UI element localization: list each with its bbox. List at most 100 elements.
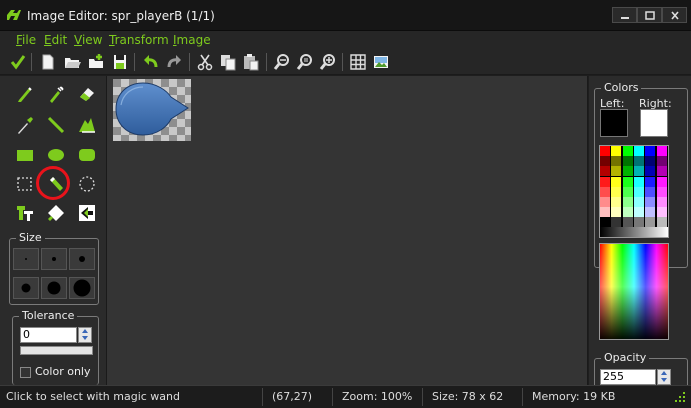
color-palette-grid[interactable] xyxy=(599,145,669,238)
zoom-in-icon[interactable] xyxy=(318,52,338,72)
curve-tool[interactable] xyxy=(76,114,98,136)
brush-size-6-button[interactable] xyxy=(69,277,95,299)
palette-swatch[interactable] xyxy=(622,166,633,177)
palette-swatch[interactable] xyxy=(645,197,656,207)
palette-swatch[interactable] xyxy=(645,176,656,187)
palette-swatch[interactable] xyxy=(622,197,633,207)
palette-swatch[interactable] xyxy=(600,176,610,187)
color-replace-tool[interactable] xyxy=(76,202,98,224)
left-color-swatch[interactable] xyxy=(600,109,628,137)
add-file-icon[interactable] xyxy=(86,52,106,72)
palette-swatch[interactable] xyxy=(600,197,610,207)
close-button[interactable] xyxy=(662,7,687,23)
palette-swatch[interactable] xyxy=(600,156,610,167)
resize-grip-icon[interactable] xyxy=(675,392,687,404)
ellipse-tool[interactable] xyxy=(45,144,67,166)
palette-swatch[interactable] xyxy=(656,176,667,187)
palette-swatch[interactable] xyxy=(611,207,622,218)
zoom-out-icon[interactable] xyxy=(272,52,292,72)
palette-swatch[interactable] xyxy=(611,197,622,207)
palette-swatch[interactable] xyxy=(611,166,622,177)
palette-swatch[interactable] xyxy=(633,146,644,156)
palette-swatch[interactable] xyxy=(656,166,667,177)
text-tool[interactable] xyxy=(14,202,36,224)
ellipse-select-tool[interactable] xyxy=(76,173,98,195)
spinner-down-icon[interactable] xyxy=(79,335,91,342)
grid-icon[interactable] xyxy=(348,52,368,72)
menu-edit[interactable]: Edit xyxy=(44,33,67,47)
tolerance-input[interactable]: 0 xyxy=(20,327,77,343)
brush-size-1-button[interactable] xyxy=(13,248,39,270)
palette-swatch[interactable] xyxy=(645,186,656,197)
grayscale-ramp[interactable] xyxy=(600,227,668,237)
palette-swatch[interactable] xyxy=(622,146,633,156)
palette-swatch[interactable] xyxy=(645,217,656,228)
palette-swatch[interactable] xyxy=(633,197,644,207)
opacity-input[interactable]: 255 xyxy=(600,369,656,385)
palette-swatch[interactable] xyxy=(600,166,610,177)
zoom-reset-icon[interactable] xyxy=(295,52,315,72)
spinner-up-icon[interactable] xyxy=(79,328,91,335)
menu-view[interactable]: View xyxy=(74,33,102,47)
save-icon[interactable] xyxy=(110,52,130,72)
palette-swatch[interactable] xyxy=(656,217,667,228)
palette-swatch[interactable] xyxy=(645,166,656,177)
palette-swatch[interactable] xyxy=(600,217,610,228)
palette-swatch[interactable] xyxy=(656,207,667,218)
canvas-area[interactable] xyxy=(106,76,588,385)
palette-swatch[interactable] xyxy=(656,156,667,167)
palette-swatch[interactable] xyxy=(600,146,610,156)
confirm-check-icon[interactable] xyxy=(8,52,28,72)
eraser-tool[interactable] xyxy=(76,83,98,105)
palette-swatch[interactable] xyxy=(600,186,610,197)
preview-image-icon[interactable] xyxy=(371,52,391,72)
brush-size-4-button[interactable] xyxy=(13,277,39,299)
fill-tool[interactable] xyxy=(45,202,67,224)
new-file-icon[interactable] xyxy=(38,52,58,72)
palette-swatch[interactable] xyxy=(656,197,667,207)
palette-swatch[interactable] xyxy=(633,186,644,197)
palette-swatch[interactable] xyxy=(633,166,644,177)
palette-swatch[interactable] xyxy=(600,207,610,218)
rounded-rectangle-tool[interactable] xyxy=(76,144,98,166)
redo-icon[interactable] xyxy=(164,52,184,72)
palette-swatch[interactable] xyxy=(622,207,633,218)
palette-swatch[interactable] xyxy=(611,217,622,228)
brush-size-2-button[interactable] xyxy=(41,248,67,270)
menu-file[interactable]: File xyxy=(16,33,36,47)
tolerance-slider[interactable] xyxy=(20,346,93,355)
spinner-down-icon[interactable] xyxy=(658,377,670,384)
open-file-icon[interactable] xyxy=(62,52,82,72)
palette-swatch[interactable] xyxy=(622,186,633,197)
rectangle-select-tool[interactable] xyxy=(14,173,36,195)
brush-size-3-button[interactable] xyxy=(69,248,95,270)
palette-swatch[interactable] xyxy=(611,186,622,197)
palette-swatch[interactable] xyxy=(633,176,644,187)
line-tool[interactable] xyxy=(45,114,67,136)
palette-swatch[interactable] xyxy=(622,156,633,167)
palette-swatch[interactable] xyxy=(645,146,656,156)
color-only-checkbox[interactable] xyxy=(20,367,31,378)
palette-swatch[interactable] xyxy=(656,146,667,156)
spinner-up-icon[interactable] xyxy=(658,370,670,377)
palette-swatch[interactable] xyxy=(633,156,644,167)
copy-icon[interactable] xyxy=(218,52,238,72)
sprite-image[interactable] xyxy=(113,79,191,141)
brush-size-5-button[interactable] xyxy=(41,277,67,299)
palette-swatch[interactable] xyxy=(633,207,644,218)
palette-swatch[interactable] xyxy=(622,217,633,228)
palette-swatch[interactable] xyxy=(645,207,656,218)
undo-icon[interactable] xyxy=(141,52,161,72)
menu-image[interactable]: Image xyxy=(173,33,211,47)
opacity-spinner[interactable] xyxy=(657,369,671,385)
maximize-button[interactable] xyxy=(637,7,662,23)
spray-tool[interactable] xyxy=(45,83,67,105)
pencil-tool[interactable] xyxy=(14,83,36,105)
palette-swatch[interactable] xyxy=(622,176,633,187)
palette-swatch[interactable] xyxy=(611,146,622,156)
palette-swatch[interactable] xyxy=(633,217,644,228)
palette-swatch[interactable] xyxy=(611,176,622,187)
palette-swatch[interactable] xyxy=(611,156,622,167)
color-spectrum-picker[interactable] xyxy=(599,243,669,340)
palette-swatch[interactable] xyxy=(645,156,656,167)
